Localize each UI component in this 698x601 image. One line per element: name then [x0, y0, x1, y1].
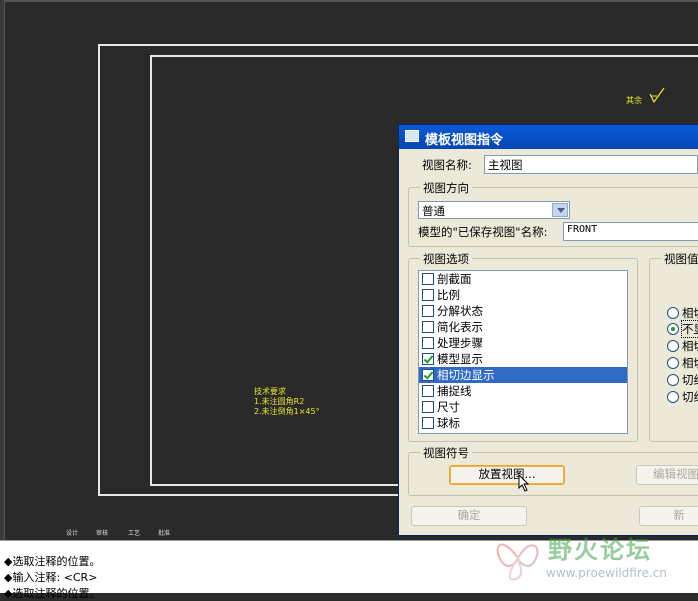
- new-button[interactable]: 新: [639, 506, 698, 526]
- saved-view-input[interactable]: FRONT: [563, 222, 698, 241]
- option-item[interactable]: 模型显示: [419, 351, 627, 367]
- option-item[interactable]: 球标: [419, 415, 627, 431]
- title-block-cell: 设计: [66, 530, 79, 537]
- edit-view-button[interactable]: 编辑视图: [636, 465, 698, 485]
- checkbox[interactable]: [422, 417, 434, 429]
- option-label: 捕捉线: [437, 384, 472, 398]
- message-console: ◆选取注释的位置。 ◆输入注释: <CR> ◆选取注释的位置。: [0, 540, 698, 600]
- radio-label: 相切: [682, 306, 698, 320]
- checkbox[interactable]: [422, 385, 434, 397]
- checkbox[interactable]: [422, 401, 434, 413]
- chevron-down-icon[interactable]: [552, 203, 568, 217]
- console-line: ◆选取注释的位置。: [4, 587, 101, 600]
- title-block-cell: 审核: [96, 530, 109, 537]
- console-line: ◆选取注释的位置。: [4, 555, 101, 568]
- checkbox[interactable]: [422, 273, 434, 285]
- console-line: ◆输入注释: <CR>: [4, 571, 98, 584]
- option-label: 分解状态: [437, 304, 483, 318]
- options-group-label: 视图选项: [420, 251, 472, 267]
- option-label: 处理步骤: [437, 336, 483, 350]
- values-group-label: 视图值: [661, 251, 698, 267]
- radio-label: 切线: [682, 373, 698, 387]
- left-toolbar-edge: [0, 0, 5, 540]
- option-item[interactable]: 捕捉线: [419, 383, 627, 399]
- option-label: 相切边显示: [437, 368, 495, 382]
- checkbox-checked[interactable]: [422, 353, 434, 365]
- radio-button[interactable]: [667, 307, 679, 319]
- option-label: 剖截面: [437, 272, 472, 286]
- ok-button[interactable]: 确定: [411, 506, 527, 526]
- checkbox[interactable]: [422, 305, 434, 317]
- dialog-titlebar[interactable]: 模板视图指令: [399, 125, 698, 149]
- view-name-label: 视图名称:: [422, 158, 472, 172]
- tech-req-title: 技术要求: [254, 387, 286, 396]
- option-label: 比例: [437, 288, 460, 302]
- radio-button[interactable]: [667, 340, 679, 352]
- orientation-select[interactable]: 普通: [418, 201, 570, 219]
- place-view-button[interactable]: 放置视图...: [449, 465, 565, 485]
- radio-label: 切线: [682, 390, 698, 404]
- option-item[interactable]: 尺寸: [419, 399, 627, 415]
- option-item[interactable]: 简化表示: [419, 319, 627, 335]
- top-divider: [0, 0, 698, 2]
- title-block-cell: 批准: [158, 530, 171, 537]
- checkbox[interactable]: [422, 337, 434, 349]
- roughness-symbol-icon: [649, 87, 665, 104]
- tech-req-line-2: 2.未注倒角1×45°: [254, 407, 320, 416]
- symbol-group-label: 视图符号: [420, 445, 472, 461]
- mouse-cursor-icon: [518, 474, 530, 492]
- checkbox-checked[interactable]: [422, 369, 434, 381]
- option-label: 尺寸: [437, 400, 460, 414]
- option-item[interactable]: 处理步骤: [419, 335, 627, 351]
- option-label: 球标: [437, 416, 460, 430]
- radio-label: 不显: [681, 320, 698, 338]
- orientation-select-value: 普通: [422, 204, 445, 218]
- checkbox[interactable]: [422, 289, 434, 301]
- radio-label: 相切: [682, 356, 698, 370]
- view-options-list[interactable]: 剖截面 比例 分解状态 简化表示 处理步骤 模型显示 相切边显示 捕捉线 尺寸 …: [418, 270, 628, 434]
- saved-view-label: 模型的"已保存视图"名称:: [418, 225, 548, 239]
- option-item[interactable]: 剖截面: [419, 271, 627, 287]
- tech-req-line-1: 1.未注圆角R2: [254, 397, 305, 406]
- view-name-input[interactable]: 主视图: [484, 155, 698, 174]
- window-icon: [405, 130, 419, 142]
- radio-button-selected[interactable]: [667, 323, 679, 335]
- orientation-group-label: 视图方向: [420, 180, 472, 196]
- checkbox[interactable]: [422, 321, 434, 333]
- dialog-title: 模板视图指令: [425, 133, 504, 148]
- option-label: 模型显示: [437, 352, 483, 366]
- option-item-selected[interactable]: 相切边显示: [419, 367, 627, 383]
- option-item[interactable]: 分解状态: [419, 303, 627, 319]
- radio-label: 相切: [682, 339, 698, 353]
- radio-button[interactable]: [667, 391, 679, 403]
- option-item[interactable]: 比例: [419, 287, 627, 303]
- radio-button[interactable]: [667, 374, 679, 386]
- option-label: 简化表示: [437, 320, 483, 334]
- title-block-cell: 工艺: [128, 530, 141, 537]
- roughness-label: 其余: [626, 96, 642, 105]
- radio-button[interactable]: [667, 357, 679, 369]
